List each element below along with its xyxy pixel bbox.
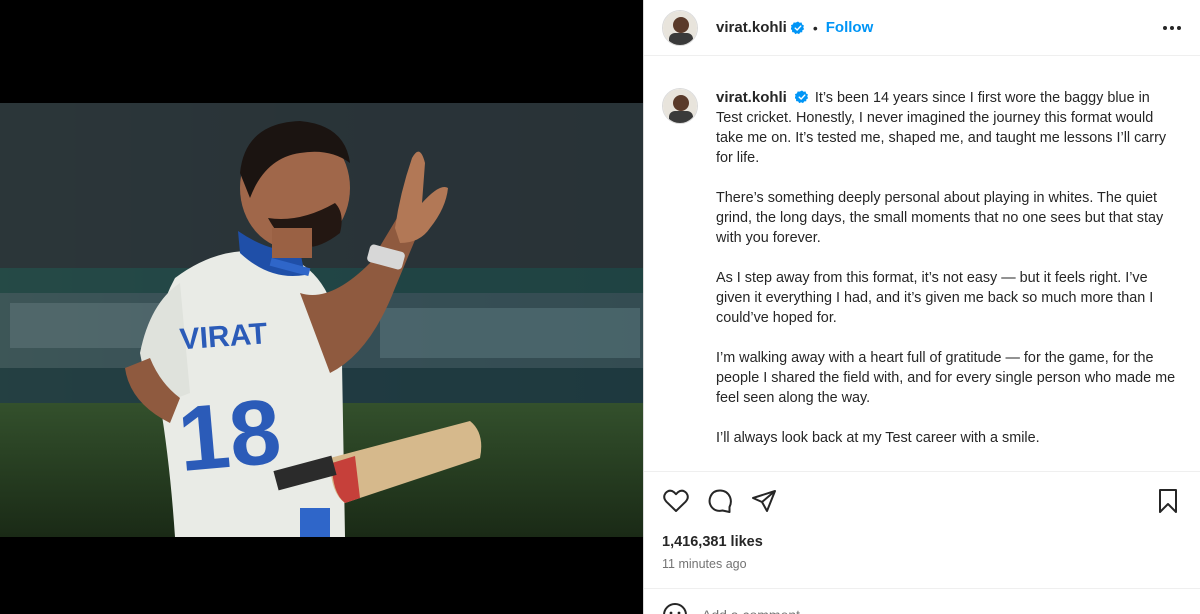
caption-text: virat.kohli It’s been 14 years since I f…: [716, 88, 1178, 468]
follow-button[interactable]: Follow: [826, 19, 874, 36]
post-photo[interactable]: VIRAT 18: [0, 103, 643, 537]
caption-paragraph-5: I’ll always look back at my Test career …: [716, 430, 1040, 446]
divider: [644, 588, 1200, 589]
comment-input[interactable]: [702, 607, 1082, 614]
verified-badge-icon: [790, 20, 804, 34]
bookmark-icon[interactable]: [1154, 487, 1182, 515]
caption-paragraph-2: There’s something deeply personal about …: [716, 190, 1164, 246]
divider: [644, 471, 1200, 472]
avatar-image: [663, 89, 697, 123]
cricketer-photo-illustration: VIRAT 18: [0, 103, 643, 537]
post-modal: VIRAT 18 virat.kohli • Follow virat.kohl…: [0, 0, 1200, 614]
separator-dot: •: [812, 19, 818, 36]
avatar[interactable]: [662, 9, 698, 46]
caption-paragraph-3: As I step away from this format, it’s no…: [716, 270, 1154, 326]
emoji-icon[interactable]: [662, 602, 688, 614]
caption-username[interactable]: virat.kohli: [716, 89, 787, 106]
post-caption: virat.kohli It’s been 14 years since I f…: [644, 74, 1200, 468]
jersey-name: VIRAT: [179, 317, 269, 356]
post-media-area: VIRAT 18: [0, 0, 643, 614]
verified-badge-icon: [794, 90, 808, 104]
post-timestamp[interactable]: 11 minutes ago: [662, 557, 747, 571]
caption-paragraph: virat.kohli It’s been 14 years since I f…: [716, 88, 1178, 168]
action-bar: [662, 487, 1182, 515]
add-comment-row: [662, 600, 1182, 614]
heart-icon[interactable]: [662, 487, 690, 515]
avatar-image: [663, 10, 697, 45]
more-options-icon[interactable]: [1160, 16, 1184, 40]
share-icon[interactable]: [750, 487, 778, 515]
jersey-number: 18: [174, 380, 285, 491]
post-header: virat.kohli • Follow: [644, 0, 1200, 56]
comment-icon[interactable]: [706, 487, 734, 515]
likes-count[interactable]: 1,416,381 likes: [662, 534, 763, 550]
username[interactable]: virat.kohli: [716, 19, 787, 36]
post-details-panel: virat.kohli • Follow virat.kohli It’s be…: [643, 0, 1200, 614]
caption-avatar[interactable]: [662, 88, 698, 124]
caption-paragraph-4: I’m walking away with a heart full of gr…: [716, 350, 1176, 406]
